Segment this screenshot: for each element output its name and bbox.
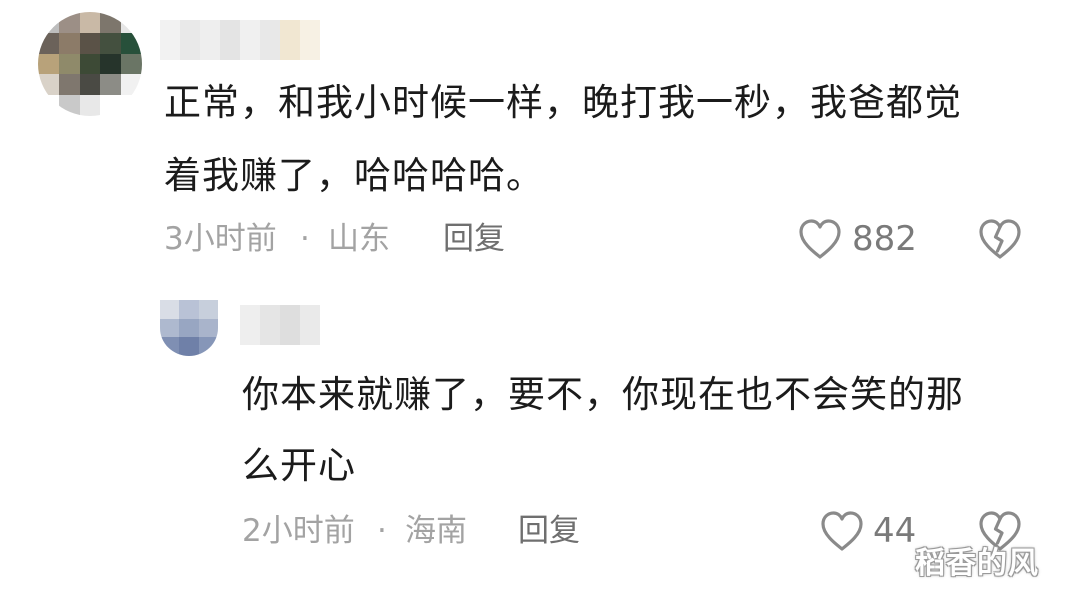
reply-reply-button[interactable]: 回复 [518, 511, 580, 551]
broken-heart-icon[interactable] [977, 218, 1023, 264]
avatar[interactable] [38, 12, 142, 116]
heart-outline-icon[interactable] [797, 218, 843, 264]
comment-text-line-1: 正常，和我小时候一样，晚打我一秒，我爸都觉 [164, 81, 962, 124]
reply-location: 海南 [405, 513, 467, 549]
like-count: 882 [852, 219, 917, 259]
reply-time: 2小时前 [242, 513, 355, 549]
reply-avatar[interactable] [160, 300, 218, 356]
watermark: 稻香的风 [915, 546, 1039, 581]
meta-separator: · [377, 513, 387, 549]
comment-location: 山东 [328, 221, 390, 257]
comment-time: 3小时前 [164, 221, 277, 257]
reply-like-count: 44 [873, 511, 917, 551]
heart-outline-icon[interactable] [819, 510, 865, 556]
reply-username-blurred[interactable] [240, 305, 320, 345]
reply-text-line-2: 么开心 [242, 444, 356, 487]
reply-text-line-1: 你本来就赚了，要不，你现在也不会笑的那 [242, 373, 964, 416]
meta-separator: · [300, 221, 310, 257]
comment-text-line-2: 着我赚了，哈哈哈哈。 [164, 154, 544, 197]
reply-button[interactable]: 回复 [443, 219, 505, 259]
username-blurred[interactable] [160, 20, 320, 60]
